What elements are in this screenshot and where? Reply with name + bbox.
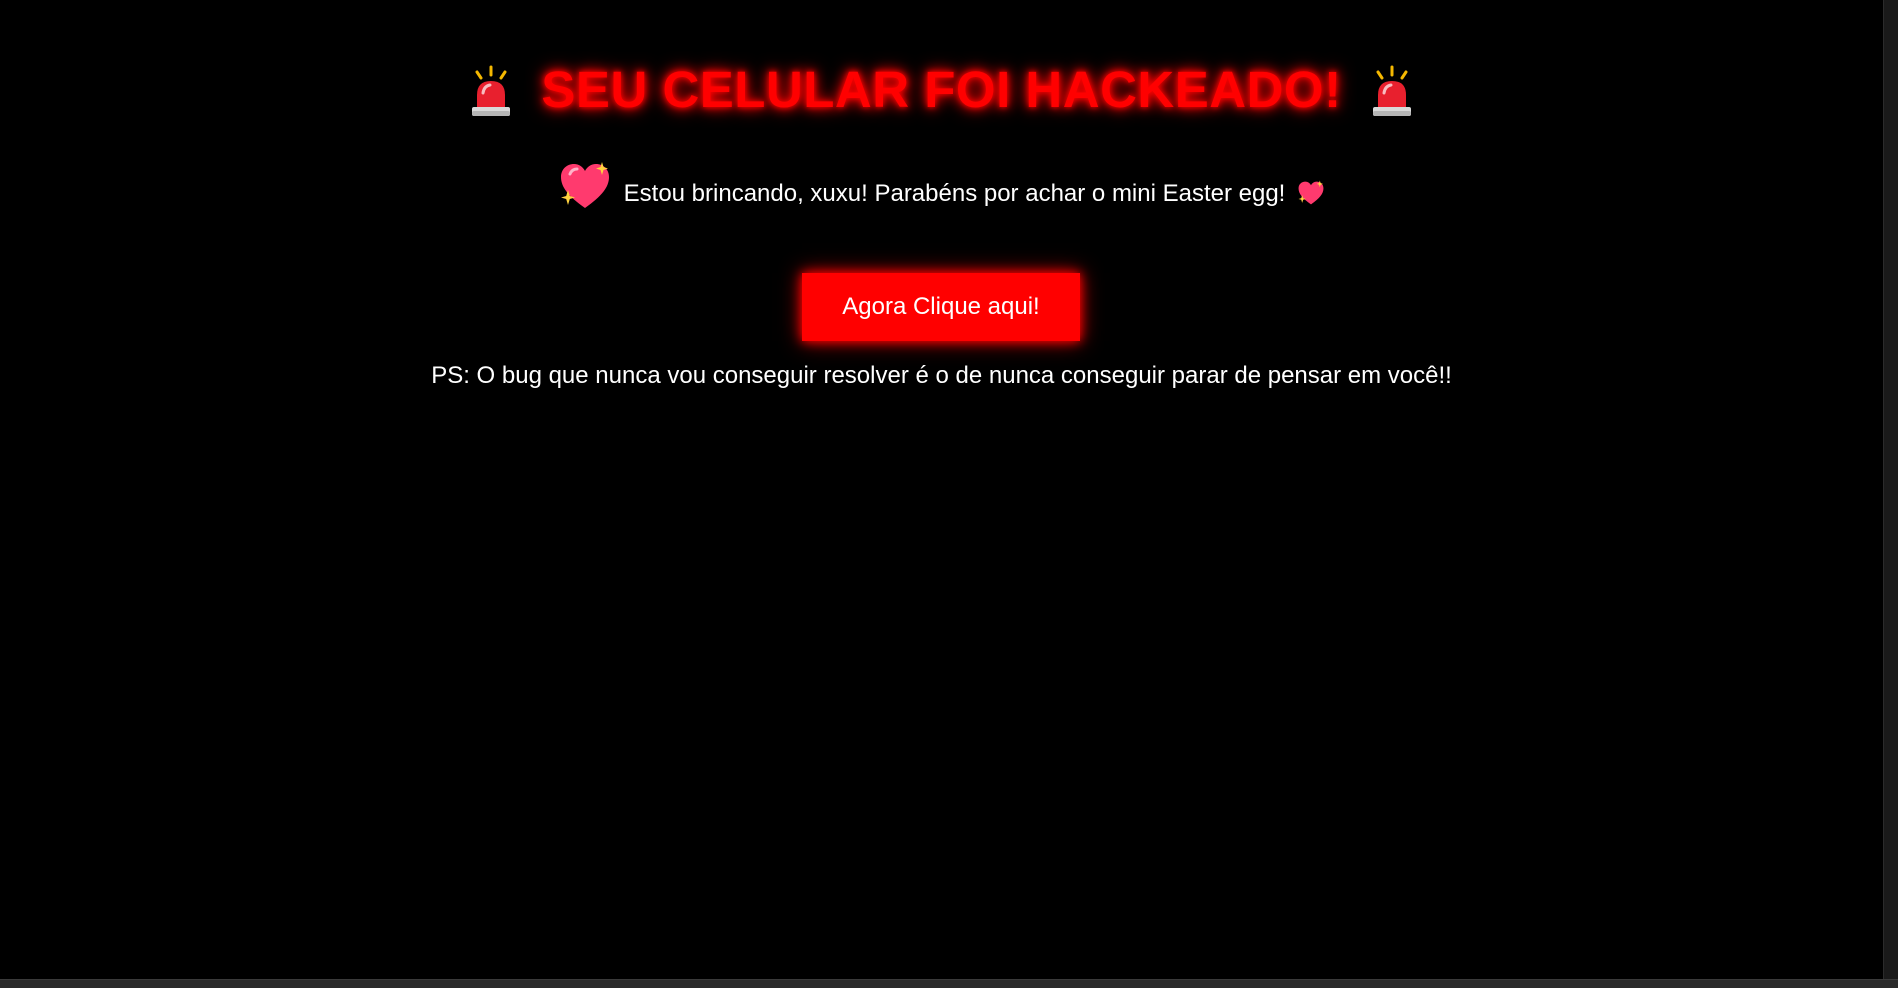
message-text: Estou brincando, xuxu! Parabéns por acha…	[623, 180, 1286, 207]
sparkling-heart-icon	[1297, 179, 1325, 207]
siren-icon	[1368, 65, 1416, 119]
ps-message: PS: O bug que nunca vou conseguir resolv…	[431, 362, 1452, 389]
page: SEU CELULAR FOI HACKEADO! Estou brincand…	[0, 0, 1898, 988]
vertical-scrollbar[interactable]	[1883, 0, 1898, 980]
click-here-button[interactable]: Agora Clique aqui!	[802, 273, 1080, 341]
main-content: SEU CELULAR FOI HACKEADO! Estou brincand…	[0, 0, 1883, 980]
bottom-edge-bar	[0, 979, 1898, 988]
siren-icon	[467, 65, 515, 119]
sparkling-heart-icon	[558, 160, 612, 212]
easter-egg-message: Estou brincando, xuxu! Parabéns por acha…	[0, 162, 1883, 220]
headline-title: SEU CELULAR FOI HACKEADO!	[541, 61, 1342, 118]
headline: SEU CELULAR FOI HACKEADO!	[0, 60, 1883, 119]
